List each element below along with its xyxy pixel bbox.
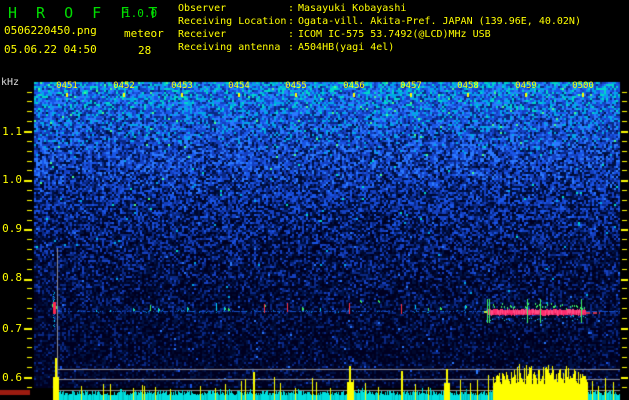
info-row-antenna: Receiving antenna: A504HB(yagi 4el) — [178, 41, 581, 54]
observer-value: Masayuki Kobayashi — [298, 3, 407, 14]
info-row-receiver: Receiver: ICOM IC-575 53.7492(@LCD)MHz US… — [178, 28, 581, 41]
info-row-observer: Observer: Masayuki Kobayashi — [178, 2, 581, 15]
freq-tick-label: 0.7 — [2, 322, 22, 335]
colon: : — [288, 29, 295, 40]
colon: : — [288, 42, 295, 53]
time-tick-label: 0456 — [343, 81, 365, 91]
colon: : — [288, 3, 295, 14]
time-tick-label: 0500 — [572, 81, 594, 91]
freq-tick-label: 0.6 — [2, 371, 22, 384]
freq-tick-label: 0.8 — [2, 271, 22, 284]
observer-label: Observer — [178, 3, 227, 14]
freq-tick-label: 0.9 — [2, 222, 22, 235]
time-tick-label: 0451 — [56, 81, 78, 91]
freq-tick-label: 1.1 — [2, 125, 22, 138]
colon: : — [288, 16, 295, 27]
time-tick-label: 0453 — [171, 81, 193, 91]
antenna-label: Receiving antenna — [178, 42, 281, 53]
meteor-count: 28 — [138, 44, 152, 57]
location-label: Receiving Location — [178, 16, 287, 27]
hrofft-window: H R O F F T 1.0.0 0506220450.png meteor … — [0, 0, 629, 400]
spectrogram-canvas — [0, 0, 629, 400]
freq-tick-label: 1.0 — [2, 173, 22, 186]
mode-label: meteor — [124, 27, 164, 40]
time-tick-label: 0452 — [113, 81, 135, 91]
time-tick-label: 0457 — [400, 81, 422, 91]
info-row-location: Receiving Location: Ogata-vill. Akita-Pre… — [178, 15, 581, 28]
time-tick-label: 0455 — [285, 81, 307, 91]
time-tick-label: 0454 — [228, 81, 250, 91]
antenna-value: A504HB(yagi 4el) — [298, 42, 395, 53]
freq-unit-label: kHz — [1, 77, 20, 88]
app-version: 1.0.0 — [124, 7, 158, 20]
time-tick-label: 0458 — [457, 81, 479, 91]
receiver-value: ICOM IC-575 53.7492(@LCD)MHz USB — [298, 29, 491, 40]
receiver-label: Receiver — [178, 29, 227, 40]
location-value: Ogata-vill. Akita-Pref. JAPAN (139.96E, … — [298, 16, 581, 27]
station-info: Observer: Masayuki Kobayashi Receiving Lo… — [178, 2, 581, 54]
date-time: 05.06.22 04:50 — [4, 43, 97, 56]
time-tick-label: 0459 — [515, 81, 537, 91]
output-filename: 0506220450.png — [4, 24, 97, 37]
